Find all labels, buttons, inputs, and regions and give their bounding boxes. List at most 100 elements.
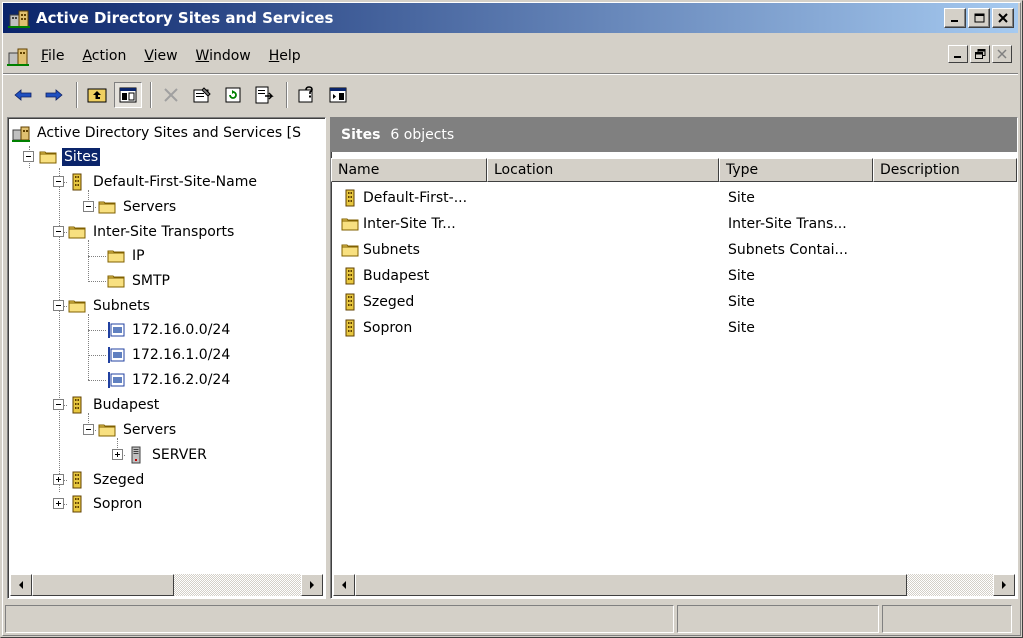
menu-help-accel: H	[268, 48, 280, 64]
tree-item-subnet-2[interactable]: 172.16.1.0/24	[107, 344, 232, 366]
expander-inter-site[interactable]	[53, 226, 64, 237]
tree-item-label: Inter-Site Transports	[93, 224, 235, 240]
list-item[interactable]: Subnets Subnets Contai...	[331, 237, 873, 263]
expander-budapest[interactable]	[53, 399, 64, 410]
list-item[interactable]: Szeged Site	[331, 289, 873, 315]
menu-file-rest: ile	[48, 48, 65, 64]
export-list-button[interactable]	[250, 82, 278, 108]
refresh-button[interactable]	[219, 82, 247, 108]
tree-connector	[88, 314, 89, 380]
column-header-description[interactable]: Description	[873, 158, 1017, 182]
tree-item-sites[interactable]: Sites	[39, 146, 102, 168]
scroll-left-button[interactable]	[10, 574, 32, 596]
expander-sites[interactable]	[23, 151, 34, 162]
expander-budapest-servers[interactable]	[83, 424, 94, 435]
tree-item-subnet-3[interactable]: 172.16.2.0/24	[107, 369, 232, 391]
tree-root[interactable]: Active Directory Sites and Services [S	[12, 122, 303, 144]
expander-servers[interactable]	[83, 201, 94, 212]
item-type: Site	[728, 294, 755, 310]
column-header-location[interactable]: Location	[487, 158, 719, 182]
status-pane-main	[5, 605, 674, 633]
up-one-level-button[interactable]	[83, 82, 111, 108]
tree-item-label: Szeged	[93, 472, 145, 488]
expander-szeged[interactable]	[53, 474, 64, 485]
list-item[interactable]: Default-First-... Site	[331, 185, 873, 211]
back-icon	[14, 89, 32, 101]
scroll-track[interactable]	[32, 574, 301, 596]
child-minimize-button[interactable]	[948, 45, 968, 63]
close-icon	[996, 48, 1007, 59]
menu-bar: File Action View Window Help	[3, 41, 1018, 71]
scroll-thumb[interactable]	[355, 574, 907, 596]
tree-root-label: Active Directory Sites and Services [S	[37, 125, 301, 141]
menu-file[interactable]: File	[35, 48, 76, 64]
expander-subnets[interactable]	[53, 300, 64, 311]
title-bar[interactable]: Active Directory Sites and Services	[3, 3, 1018, 33]
column-header-name[interactable]: Name	[331, 158, 487, 182]
expander-default-site[interactable]	[53, 176, 64, 187]
menu-window-accel: W	[195, 48, 210, 64]
site-icon	[72, 471, 82, 489]
expander-server[interactable]	[112, 449, 123, 460]
menu-action-rest: ction	[91, 48, 127, 64]
tree-item-subnet-1[interactable]: 172.16.0.0/24	[107, 319, 232, 341]
tree-item-budapest-servers[interactable]: Servers	[98, 419, 178, 441]
show-hide-tree-button[interactable]	[114, 82, 142, 108]
details-pane: Sites 6 objects Name Location Type Descr…	[330, 117, 1018, 599]
subnet-icon	[108, 372, 125, 388]
site-icon	[72, 495, 82, 513]
tree-item-budapest[interactable]: Budapest	[68, 394, 161, 416]
scroll-track[interactable]	[355, 574, 993, 596]
tree-item-ip[interactable]: IP	[107, 245, 147, 267]
back-button[interactable]	[9, 82, 37, 108]
properties-button[interactable]	[188, 82, 216, 108]
tree-item-smtp[interactable]: SMTP	[107, 270, 172, 292]
scroll-right-button[interactable]	[301, 574, 323, 596]
subnet-icon	[108, 322, 125, 338]
tree-item-szeged[interactable]: Szeged	[68, 469, 146, 491]
export-list-icon	[255, 86, 274, 104]
menu-help[interactable]: Help	[263, 48, 313, 64]
forward-button[interactable]	[40, 82, 68, 108]
tree-item-default-first-site[interactable]: Default-First-Site-Name	[68, 171, 259, 193]
close-button[interactable]	[992, 8, 1014, 28]
scroll-right-button[interactable]	[993, 574, 1015, 596]
site-icon	[72, 173, 82, 191]
menu-view[interactable]: View	[138, 48, 189, 64]
minimize-button[interactable]	[944, 8, 966, 28]
menu-view-rest: iew	[153, 48, 178, 64]
help-button[interactable]	[293, 82, 321, 108]
tree-item-server[interactable]: SERVER	[127, 444, 209, 466]
details-horizontal-scrollbar[interactable]	[333, 574, 1015, 596]
list-item[interactable]: Budapest Site	[331, 263, 873, 289]
list-item[interactable]: Inter-Site Tr... Inter-Site Trans...	[331, 211, 873, 237]
tree-item-subnets[interactable]: Subnets	[68, 295, 152, 317]
scroll-thumb[interactable]	[32, 574, 174, 596]
tree-connector	[88, 281, 106, 282]
tree-item-sopron[interactable]: Sopron	[68, 493, 144, 515]
menu-window[interactable]: Window	[190, 48, 263, 64]
scroll-left-button[interactable]	[333, 574, 355, 596]
child-close-button[interactable]	[992, 45, 1012, 63]
column-header-type[interactable]: Type	[719, 158, 873, 182]
child-window-icon[interactable]	[7, 45, 29, 67]
arrow-right-icon	[1002, 581, 1006, 589]
item-type: Subnets Contai...	[728, 242, 848, 258]
subnet-icon	[108, 347, 125, 363]
tree-horizontal-scrollbar[interactable]	[10, 574, 323, 596]
child-restore-button[interactable]	[970, 45, 990, 63]
folder-icon	[98, 424, 116, 437]
tree-item-servers[interactable]: Servers	[98, 196, 178, 218]
ad-sites-icon	[8, 10, 30, 28]
maximize-button[interactable]	[968, 8, 990, 28]
tree-item-label: SMTP	[132, 273, 170, 289]
tree-item-label: 172.16.1.0/24	[132, 347, 231, 363]
delete-button[interactable]	[157, 82, 185, 108]
list-item[interactable]: Sopron Site	[331, 315, 873, 341]
tree-item-label: Servers	[123, 199, 177, 215]
menu-action[interactable]: Action	[76, 48, 138, 64]
action-pane-button[interactable]	[324, 82, 352, 108]
expander-sopron[interactable]	[53, 498, 64, 509]
folder-icon	[107, 275, 125, 288]
tree-item-inter-site-transports[interactable]: Inter-Site Transports	[68, 221, 236, 243]
